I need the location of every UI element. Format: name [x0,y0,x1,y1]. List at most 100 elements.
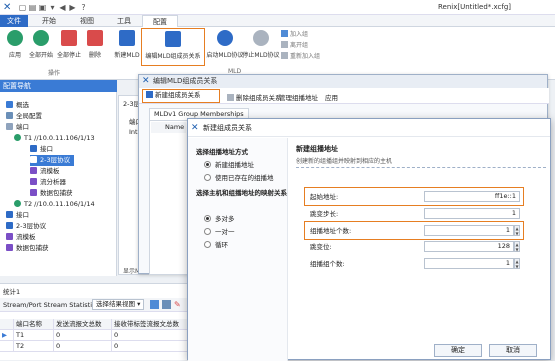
check-icon [7,30,23,46]
save-icon[interactable]: ▣ [38,3,47,12]
radio-off-icon [204,228,211,235]
forward-icon[interactable]: ▶ [68,3,77,12]
delete-membership-button[interactable]: 删除组成员关系 [227,92,282,102]
ok-button[interactable]: 确定 [434,344,482,357]
stop-mld-button[interactable]: 停止MLD协议 [242,30,280,66]
nav-item-t1-stream[interactable]: 流模板 [30,166,60,177]
clear-icon[interactable]: ✎ [174,300,183,309]
start-address-input[interactable]: ff1e::1 [424,191,520,202]
radio-on-icon [204,215,211,222]
export-icon[interactable] [150,300,159,309]
overview-icon [6,101,13,108]
menu-tools[interactable]: 工具 [113,15,135,27]
apply-button[interactable]: 应用 [2,30,28,66]
nav-item-t2-interface[interactable]: 接口 [6,210,29,221]
table-corner [0,319,14,330]
count-spinner[interactable]: ▲ ▼ [514,225,520,236]
stop-circle-icon [253,30,269,46]
new-file-icon[interactable]: ▢ [18,3,27,12]
open-folder-icon[interactable]: ▤ [28,3,37,12]
rejoin-group-button[interactable]: 重新加入组 [281,52,320,61]
delete-button[interactable]: 删除 [82,30,108,66]
stop-icon [61,30,77,46]
back-icon[interactable]: ◀ [58,3,67,12]
nav-item-global[interactable]: 全局配置 [6,111,42,122]
table-row-port[interactable]: T2 [14,341,54,352]
stop-all-button[interactable]: 全部停止 [56,30,82,66]
radio-existing-multicast[interactable]: 使用已存在的组播地 [204,172,274,182]
step-input[interactable]: 1 [424,208,520,219]
label-hop-bit: 跳变位: [310,243,332,251]
dialog1-title-bar: 编辑MLD组成员关系 [139,75,547,88]
nav-item-t1-interface[interactable]: 接口 [30,144,53,155]
window-title: Renix[Untitled*.xcfg] [438,3,512,11]
new-membership-button[interactable]: 新建组成员关系 [142,89,220,103]
row-marker [0,341,14,352]
radio-one-to-one[interactable]: 一对一 [204,226,235,236]
menu-start[interactable]: 开始 [38,15,60,27]
nav-item-overview[interactable]: 概选 [6,100,29,111]
interface-icon [6,211,13,218]
col-rx-tagged[interactable]: 接收带标签流报文总数 [112,319,188,330]
table-row-tx: 0 [54,341,112,352]
nav-item-t1-capture[interactable]: 数据包捕获 [30,188,73,199]
table-row-rx: 0 [112,341,188,352]
delete-icon [227,94,234,101]
start-all-button[interactable]: 全部开始 [28,30,54,66]
right-title: 新建组播地址 [296,145,338,153]
col-tx-total[interactable]: 发送流报文总数 [54,319,112,330]
new-mld-button[interactable]: 新建MLD [114,30,140,66]
stream-icon [30,167,37,174]
capture-icon [6,244,13,251]
delete-icon [87,30,103,46]
nav-item-t1[interactable]: T1 //10.0.11.106/1/13 [14,133,95,144]
label-step: 跳变步长: [310,210,339,218]
divider [296,167,546,168]
start-mld-button[interactable]: 启动MLD协议 [206,30,244,66]
nav-item-t2[interactable]: T2 //10.0.11.106/1/14 [14,199,95,210]
nav-item-t2-capture[interactable]: 数据包捕获 [6,243,49,254]
table-row-port[interactable]: T1 [14,330,54,341]
app-logo-icon: ✕ [3,2,12,13]
hop-bit-input[interactable]: 128 [424,241,514,252]
nav-item-t2-protocol[interactable]: 2-3层协议 [6,221,46,232]
multicast-count-input[interactable]: 1 [424,225,514,236]
manage-multicast-button[interactable]: 管理组播地址 [279,92,318,102]
edit-mld-member-button[interactable]: 编辑MLD组成员关系 [141,28,205,66]
select-view-dropdown[interactable]: 选择结果视图 ▾ [92,299,145,310]
radio-loop[interactable]: 循环 [204,239,228,249]
dropdown-icon[interactable]: ▾ [48,3,57,12]
radio-many-to-many[interactable]: 多对多 [204,213,235,223]
nav-item-t1-analyzer[interactable]: 流分析器 [30,177,66,188]
join-group-button[interactable]: 加入组 [281,30,308,39]
help-icon[interactable]: ? [79,3,88,12]
radio-new-multicast[interactable]: 新建组播地址 [204,159,254,169]
col-port-name[interactable]: 端口名称 [14,319,54,330]
nav-item-t2-stream[interactable]: 流模板 [6,232,36,243]
menu-view[interactable]: 视图 [76,15,98,27]
menu-file[interactable]: 文件 [0,15,28,27]
group-count-spinner[interactable]: ▲ ▼ [514,258,520,269]
join-icon [281,30,288,37]
dialog1-apply-button[interactable]: 应用 [325,92,338,102]
section-mapping: 选择主机和组播地址的映射关系 [196,189,287,197]
hop-bit-spinner[interactable]: ▲ ▼ [514,241,520,252]
stats-title: 统计1 [3,288,21,296]
nav-item-ports[interactable]: 端口 [6,122,29,133]
ribbon: 应用 全部开始 全部停止 删除 新建MLD 编辑MLD组成员关系 启动MLD协议… [0,27,555,80]
stats-panel: 统计1 Stream/Port Stream Statistic 选择结果视图 … [0,283,188,360]
leave-group-button[interactable]: 离开组 [281,41,308,50]
group-count-input[interactable]: 1 [424,258,514,269]
group-label-ops: 操作 [48,70,61,77]
config-nav-panel: 配置导航 概选 全局配置 端口 T1 //10.0.11.106/1/13 接口… [0,80,117,276]
col-name[interactable]: Name [151,122,186,133]
protocol-icon [30,156,37,163]
nav-item-t1-protocol[interactable]: 2-3层协议 [30,155,75,166]
capture-icon [30,189,37,196]
new-membership-dialog: 新建组成员关系 ✕ 选择组播地址方式 新建组播地址 使用已存在的组播地 选择主机… [187,118,551,361]
refresh-icon[interactable] [162,300,171,309]
stats-tab[interactable]: Stream/Port Stream Statistic [3,301,96,309]
cancel-button[interactable]: 取消 [489,344,537,357]
edit-doc-icon [165,31,181,47]
table-row-rx: 0 [112,330,188,341]
